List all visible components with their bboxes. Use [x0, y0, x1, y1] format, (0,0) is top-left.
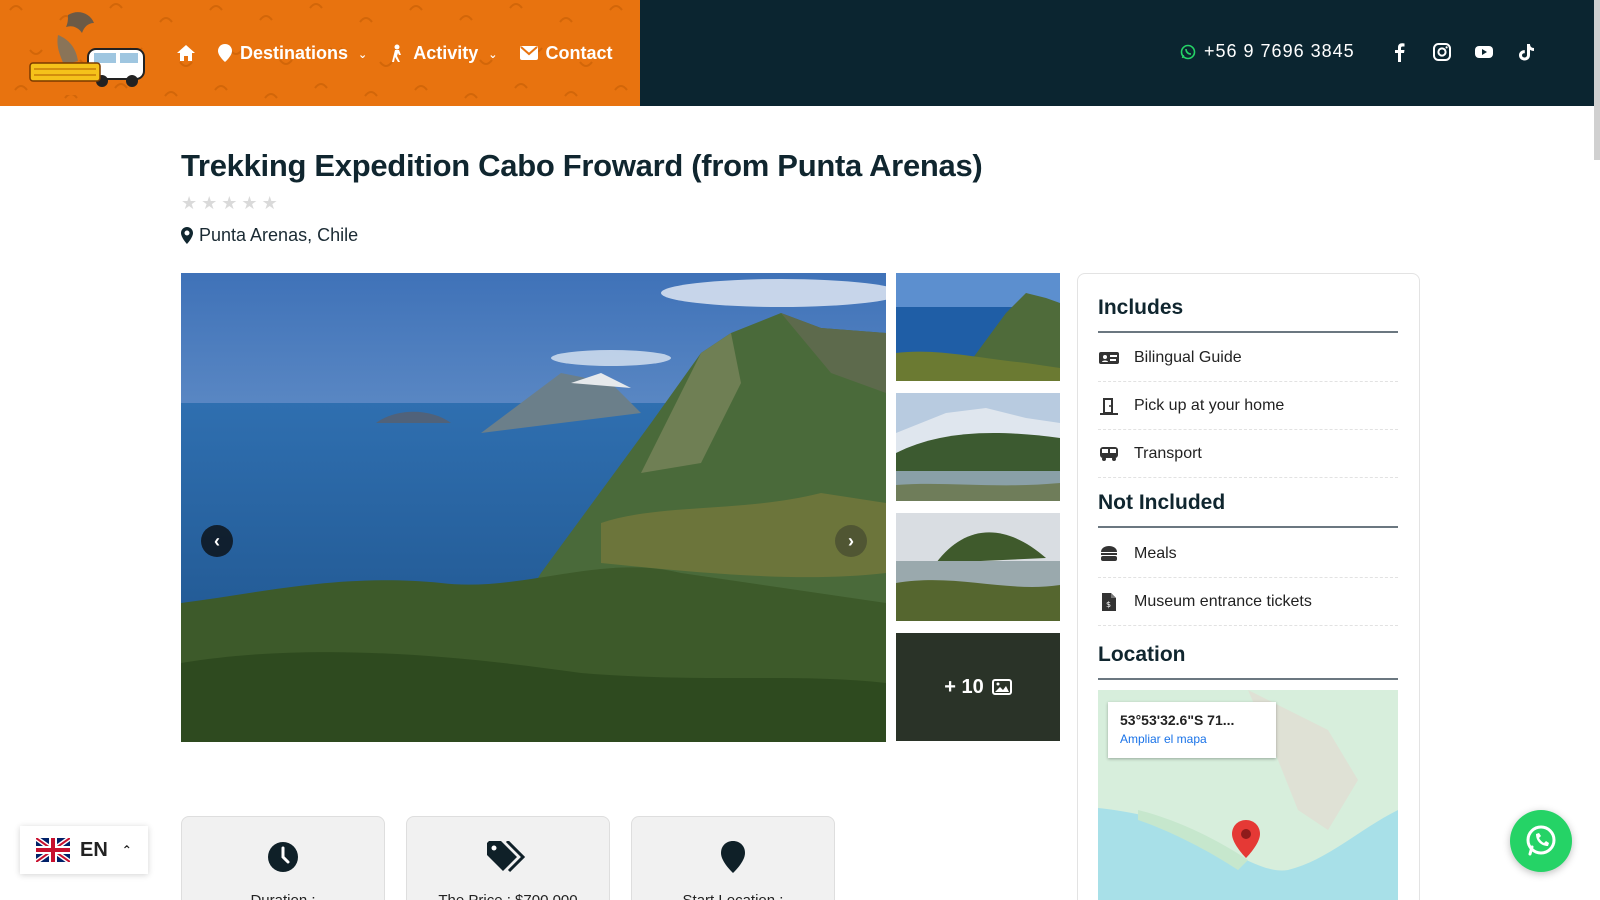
social-links	[1390, 42, 1536, 62]
duration-label: Duration :	[250, 892, 315, 900]
bus-icon	[1100, 446, 1118, 461]
star-icon: ★	[201, 193, 218, 213]
includes-item-label: Pick up at your home	[1134, 396, 1285, 414]
map-pin-icon	[721, 841, 745, 873]
page-scrollbar[interactable]	[1594, 0, 1600, 160]
includes-item: Transport	[1098, 430, 1398, 478]
divider	[1098, 331, 1398, 333]
language-switcher[interactable]: EN ⌃	[20, 826, 148, 874]
ticket-icon: $	[1102, 592, 1116, 611]
map-marker-icon	[218, 44, 232, 62]
image-icon	[991, 679, 1012, 695]
chevron-down-icon: ⌄	[358, 48, 368, 61]
instagram-icon[interactable]	[1432, 42, 1452, 62]
map-coordinates: 53°53'32.6"S 71...	[1120, 712, 1235, 728]
includes-item-label: Bilingual Guide	[1134, 348, 1242, 366]
site-header: Destinations ⌄ Activity ⌄ Contact +56 9 …	[0, 0, 1600, 160]
whatsapp-chat-button[interactable]	[1510, 810, 1572, 872]
chevron-up-icon: ⌃	[121, 843, 132, 857]
chevron-down-icon: ⌄	[488, 48, 498, 61]
star-icon: ★	[241, 193, 258, 213]
tour-location: Punta Arenas, Chile	[181, 225, 358, 246]
not-included-item-label: Museum entrance tickets	[1134, 592, 1312, 610]
not-included-title: Not Included	[1098, 491, 1226, 514]
expand-map-link[interactable]: Ampliar el mapa	[1120, 732, 1264, 746]
hiker-icon	[392, 44, 402, 62]
star-icon: ★	[181, 193, 198, 213]
gallery-more-count: + 10	[944, 675, 984, 698]
page-title: Trekking Expedition Cabo Froward (from P…	[181, 148, 983, 183]
includes-item: Bilingual Guide	[1098, 334, 1398, 382]
price-label: The Price : $700.000	[438, 892, 577, 900]
coastline-thumb-image	[896, 273, 1060, 381]
includes-title: Includes	[1098, 296, 1184, 319]
svg-text:$: $	[1106, 600, 1111, 609]
gallery-prev-button[interactable]: ‹	[201, 525, 233, 557]
divider	[1098, 678, 1398, 680]
door-icon	[1100, 397, 1118, 415]
gallery-thumb[interactable]	[896, 273, 1060, 381]
lake-thumb-image	[896, 393, 1060, 501]
home-icon	[177, 45, 195, 61]
burger-icon	[1101, 545, 1117, 561]
gallery-thumb[interactable]	[896, 513, 1060, 621]
hill-thumb-image	[896, 513, 1060, 621]
id-card-icon	[1099, 351, 1119, 364]
clock-icon	[268, 842, 298, 872]
tags-icon	[487, 839, 526, 873]
start-location-label: Start Location :	[683, 892, 784, 900]
not-included-item: $ Museum entrance tickets	[1098, 578, 1398, 626]
location-map[interactable]: 53°53'32.6"S 71... Ampliar el mapa	[1098, 690, 1398, 900]
star-icon: ★	[221, 193, 238, 213]
site-logo[interactable]	[28, 5, 148, 101]
not-included-item-label: Meals	[1134, 544, 1177, 562]
uk-flag-icon	[36, 838, 70, 862]
envelope-icon	[519, 46, 538, 60]
header-left-panel: Destinations ⌄ Activity ⌄ Contact	[0, 0, 640, 106]
map-pin-marker-icon[interactable]	[1232, 820, 1260, 858]
gallery-thumb[interactable]	[896, 393, 1060, 501]
nav-contact[interactable]: Contact	[519, 42, 613, 64]
youtube-icon[interactable]	[1474, 42, 1494, 62]
main-photo[interactable]: ‹ ›	[181, 273, 886, 742]
divider	[1098, 526, 1398, 528]
nav-home[interactable]	[176, 44, 196, 62]
phone-number: +56 9 7696 3845	[1204, 41, 1355, 61]
gallery-next-button[interactable]: ›	[835, 525, 867, 557]
tour-sidebar: Includes Bilingual Guide Pick up at your…	[1077, 273, 1420, 900]
includes-item: Pick up at your home	[1098, 382, 1398, 430]
star-icon: ★	[261, 193, 278, 213]
map-marker-icon	[181, 227, 193, 244]
header-right-panel: +56 9 7696 3845	[640, 0, 1600, 160]
price-card: The Price : $700.000	[406, 816, 610, 900]
gallery-more-button[interactable]: + 10	[896, 633, 1060, 741]
nav-activity-label: Activity	[413, 42, 479, 63]
whatsapp-icon	[1526, 825, 1556, 856]
nav-destinations[interactable]: Destinations ⌄	[218, 43, 367, 64]
not-included-item: Meals	[1098, 530, 1398, 578]
start-location-card: Start Location :	[631, 816, 835, 900]
nav-activity[interactable]: Activity ⌄	[389, 42, 498, 64]
language-code: EN	[80, 838, 108, 861]
rating-stars: ★ ★ ★ ★ ★	[181, 193, 278, 214]
map-info-card: 53°53'32.6"S 71... Ampliar el mapa	[1108, 702, 1276, 758]
whatsapp-small-icon	[1180, 44, 1196, 59]
main-nav: Destinations ⌄ Activity ⌄ Contact	[176, 43, 613, 64]
location-title: Location	[1098, 643, 1186, 666]
nav-destinations-label: Destinations	[240, 42, 349, 63]
duration-card: Duration :	[181, 816, 385, 900]
tiktok-icon[interactable]	[1516, 42, 1536, 62]
includes-item-label: Transport	[1134, 444, 1202, 462]
nav-contact-label: Contact	[545, 42, 613, 63]
facebook-icon[interactable]	[1390, 42, 1410, 62]
mountain-landscape-image	[181, 273, 886, 742]
phone-link[interactable]: +56 9 7696 3845	[1180, 41, 1355, 62]
tour-location-text: Punta Arenas, Chile	[199, 225, 359, 245]
